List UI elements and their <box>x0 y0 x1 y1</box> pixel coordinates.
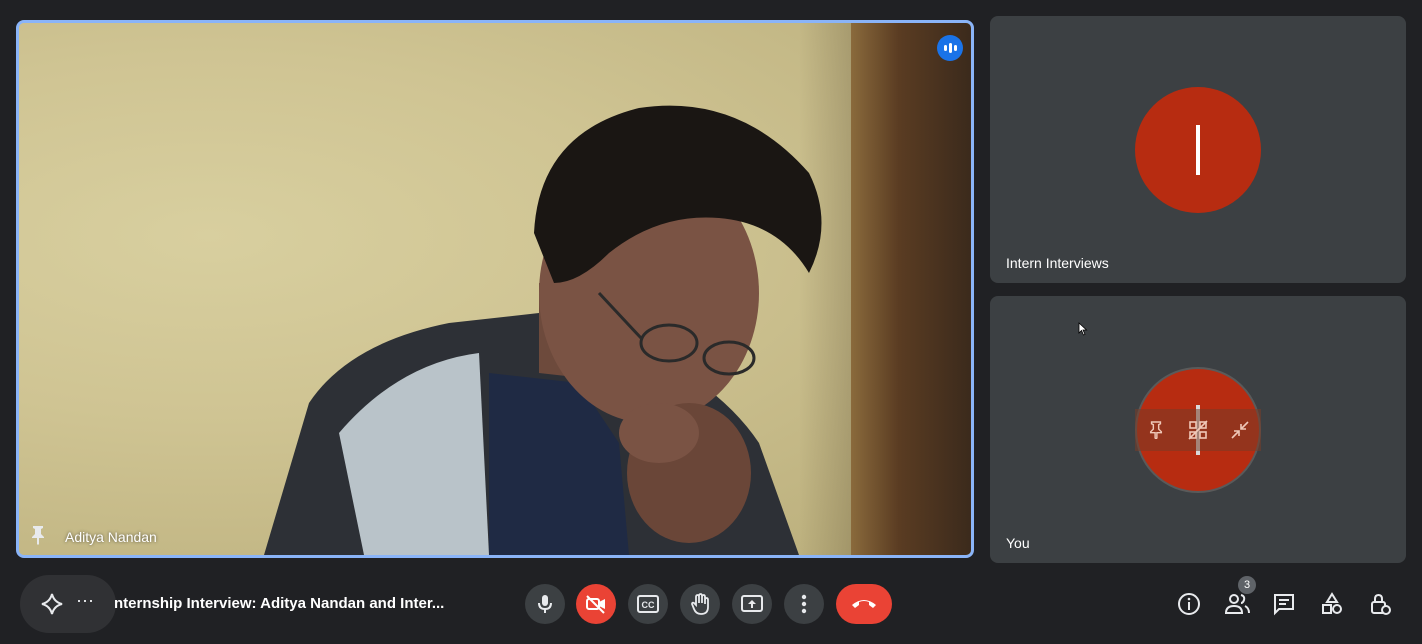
pin-icon[interactable] <box>29 525 47 545</box>
camera-toggle-button[interactable] <box>576 584 616 624</box>
tile-name: Intern Interviews <box>1006 255 1109 271</box>
more-options-menu-button[interactable] <box>784 584 824 624</box>
leave-call-button[interactable] <box>836 584 892 624</box>
mic-icon <box>538 595 552 613</box>
more-vert-icon <box>801 594 807 614</box>
participant-tile-you[interactable]: You <box>990 296 1406 563</box>
main-video-tile[interactable]: Aditya Nandan <box>16 20 974 558</box>
avatar <box>1135 87 1261 213</box>
present-icon <box>741 595 763 612</box>
participant-tile-intern-interviews[interactable]: Intern Interviews <box>990 16 1406 283</box>
info-icon <box>1178 593 1200 615</box>
people-icon <box>1224 594 1250 614</box>
sparkle-icon[interactable] <box>40 592 64 616</box>
meeting-details-button[interactable] <box>1175 590 1203 618</box>
end-call-icon <box>852 600 876 608</box>
host-controls-button[interactable] <box>1366 590 1394 618</box>
chat-button[interactable] <box>1270 590 1298 618</box>
chat-icon <box>1274 594 1294 616</box>
activity-pill[interactable]: ⋯ <box>20 575 116 633</box>
participant-name: Aditya Nandan <box>65 529 157 545</box>
raise-hand-icon <box>691 593 709 615</box>
host-controls-icon <box>1371 593 1391 615</box>
present-button[interactable] <box>732 584 772 624</box>
activities-button[interactable] <box>1318 590 1346 618</box>
mouse-cursor-icon <box>1078 322 1088 336</box>
svg-text:CC: CC <box>642 600 655 610</box>
tile-hover-controls <box>1135 409 1261 451</box>
tile-name: You <box>1006 535 1030 551</box>
more-options-button[interactable]: ⋯ <box>76 591 94 612</box>
speaking-indicator-icon <box>937 35 963 61</box>
participant-video <box>264 105 822 555</box>
captions-icon: CC <box>637 595 659 613</box>
meeting-title: nternship Interview: Aditya Nandan and I… <box>114 595 445 612</box>
remove-from-grid-icon[interactable] <box>1186 418 1210 442</box>
activities-icon <box>1322 592 1342 614</box>
pin-icon[interactable] <box>1144 418 1168 442</box>
captions-button[interactable]: CC <box>628 584 668 624</box>
participants-count-badge: 3 <box>1238 576 1256 594</box>
avatar-initial <box>1196 125 1200 175</box>
minimize-icon[interactable] <box>1228 418 1252 442</box>
raise-hand-button[interactable] <box>680 584 720 624</box>
people-button[interactable] <box>1223 590 1251 618</box>
mic-button[interactable] <box>525 584 565 624</box>
camera-off-icon <box>586 595 605 614</box>
